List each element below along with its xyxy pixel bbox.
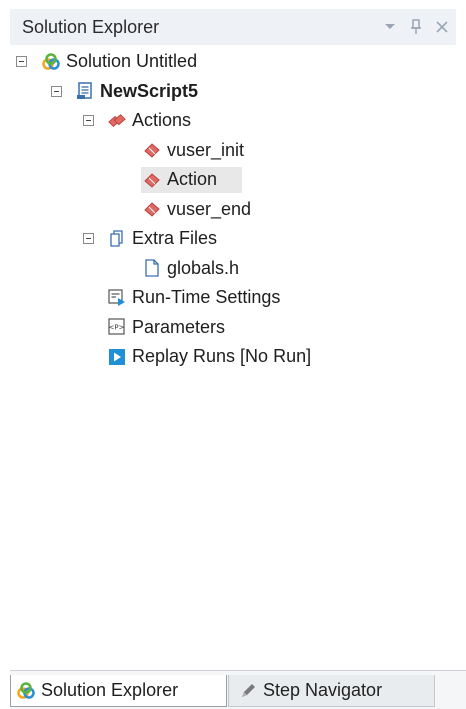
tree-node-actions[interactable]: Actions bbox=[106, 108, 195, 134]
replay-runs-icon bbox=[108, 348, 126, 366]
pin-icon[interactable] bbox=[408, 19, 424, 35]
tree-label-vuser-init: vuser_init bbox=[167, 139, 245, 160]
tree-node-solution[interactable]: Solution Untitled bbox=[40, 49, 201, 75]
tree-node-vuser-end[interactable]: vuser_end bbox=[141, 196, 255, 222]
tree-row-script: NewScript5 bbox=[0, 77, 466, 107]
tree-row-replay-runs: Replay Runs [No Run] bbox=[0, 342, 466, 372]
tree-label-actions: Actions bbox=[132, 110, 192, 131]
collapse-toggle-script[interactable] bbox=[51, 85, 62, 97]
tree-label-vuser-end: vuser_end bbox=[167, 198, 252, 219]
svg-text:<P>: <P> bbox=[109, 324, 125, 332]
tree-node-parameters[interactable]: <P> Parameters bbox=[106, 314, 229, 340]
tree-node-vuser-init[interactable]: vuser_init bbox=[141, 137, 248, 163]
tree-label-parameters: Parameters bbox=[132, 316, 226, 337]
tree-label-globals: globals.h bbox=[167, 257, 240, 278]
step-navigator-icon bbox=[239, 682, 257, 700]
tree-row-action: Action bbox=[0, 165, 466, 195]
solution-tree: Solution Untitled NewScript5 Actions vus… bbox=[0, 47, 466, 372]
script-icon bbox=[76, 82, 94, 100]
tree-label-extra-files: Extra Files bbox=[132, 228, 218, 249]
tab-step-navigator[interactable]: Step Navigator bbox=[228, 675, 435, 707]
file-icon bbox=[143, 259, 161, 277]
tree-row-solution: Solution Untitled bbox=[0, 47, 466, 77]
tree-row-actions: Actions bbox=[0, 106, 466, 136]
extra-files-icon bbox=[108, 230, 126, 248]
tree-node-globals[interactable]: globals.h bbox=[141, 255, 243, 281]
panel-title: Solution Explorer bbox=[22, 16, 160, 37]
tree-node-script[interactable]: NewScript5 bbox=[74, 78, 202, 104]
header-controls bbox=[382, 19, 450, 35]
tab-solution-explorer[interactable]: Solution Explorer bbox=[10, 675, 227, 707]
bottom-tab-strip: Solution Explorer Step Navigator bbox=[10, 670, 466, 709]
solution-explorer-panel: Solution Explorer Solution Untitled NewS… bbox=[0, 0, 466, 709]
collapse-toggle-actions[interactable] bbox=[83, 115, 94, 126]
collapse-toggle-solution[interactable] bbox=[16, 56, 27, 67]
solution-icon bbox=[17, 681, 35, 700]
tree-node-runtime-settings[interactable]: Run-Time Settings bbox=[106, 285, 284, 311]
close-icon[interactable] bbox=[434, 19, 450, 35]
tree-label-runtime-settings: Run-Time Settings bbox=[132, 287, 281, 308]
tree-row-vuser-end: vuser_end bbox=[0, 195, 466, 225]
solution-icon bbox=[42, 53, 60, 71]
tab-label-step-navigator: Step Navigator bbox=[263, 680, 383, 700]
tree-label-script: NewScript5 bbox=[100, 80, 199, 101]
action-icon bbox=[143, 171, 161, 189]
tree-row-globals: globals.h bbox=[0, 254, 466, 284]
collapse-toggle-extra-files[interactable] bbox=[83, 233, 94, 244]
parameters-icon: <P> bbox=[108, 318, 126, 336]
tree-node-action[interactable]: Action bbox=[141, 166, 242, 193]
tree-node-replay-runs[interactable]: Replay Runs [No Run] bbox=[106, 344, 315, 370]
tree-row-vuser-init: vuser_init bbox=[0, 136, 466, 166]
tree-label-replay-runs: Replay Runs [No Run] bbox=[132, 346, 312, 367]
action-icon bbox=[143, 200, 161, 218]
tree-row-extra-files: Extra Files bbox=[0, 224, 466, 254]
tab-label-solution-explorer: Solution Explorer bbox=[41, 680, 179, 700]
tree-row-parameters: <P> Parameters bbox=[0, 313, 466, 343]
runtime-settings-icon bbox=[108, 289, 126, 307]
tree-label-solution: Solution Untitled bbox=[66, 51, 198, 72]
action-icon bbox=[143, 141, 161, 159]
panel-header: Solution Explorer bbox=[10, 9, 456, 45]
tree-row-runtime-settings: Run-Time Settings bbox=[0, 283, 466, 313]
actions-folder-icon bbox=[108, 112, 126, 130]
dropdown-arrow-icon[interactable] bbox=[382, 19, 398, 35]
tree-node-extra-files[interactable]: Extra Files bbox=[106, 226, 221, 252]
tree-label-action: Action bbox=[167, 169, 218, 190]
